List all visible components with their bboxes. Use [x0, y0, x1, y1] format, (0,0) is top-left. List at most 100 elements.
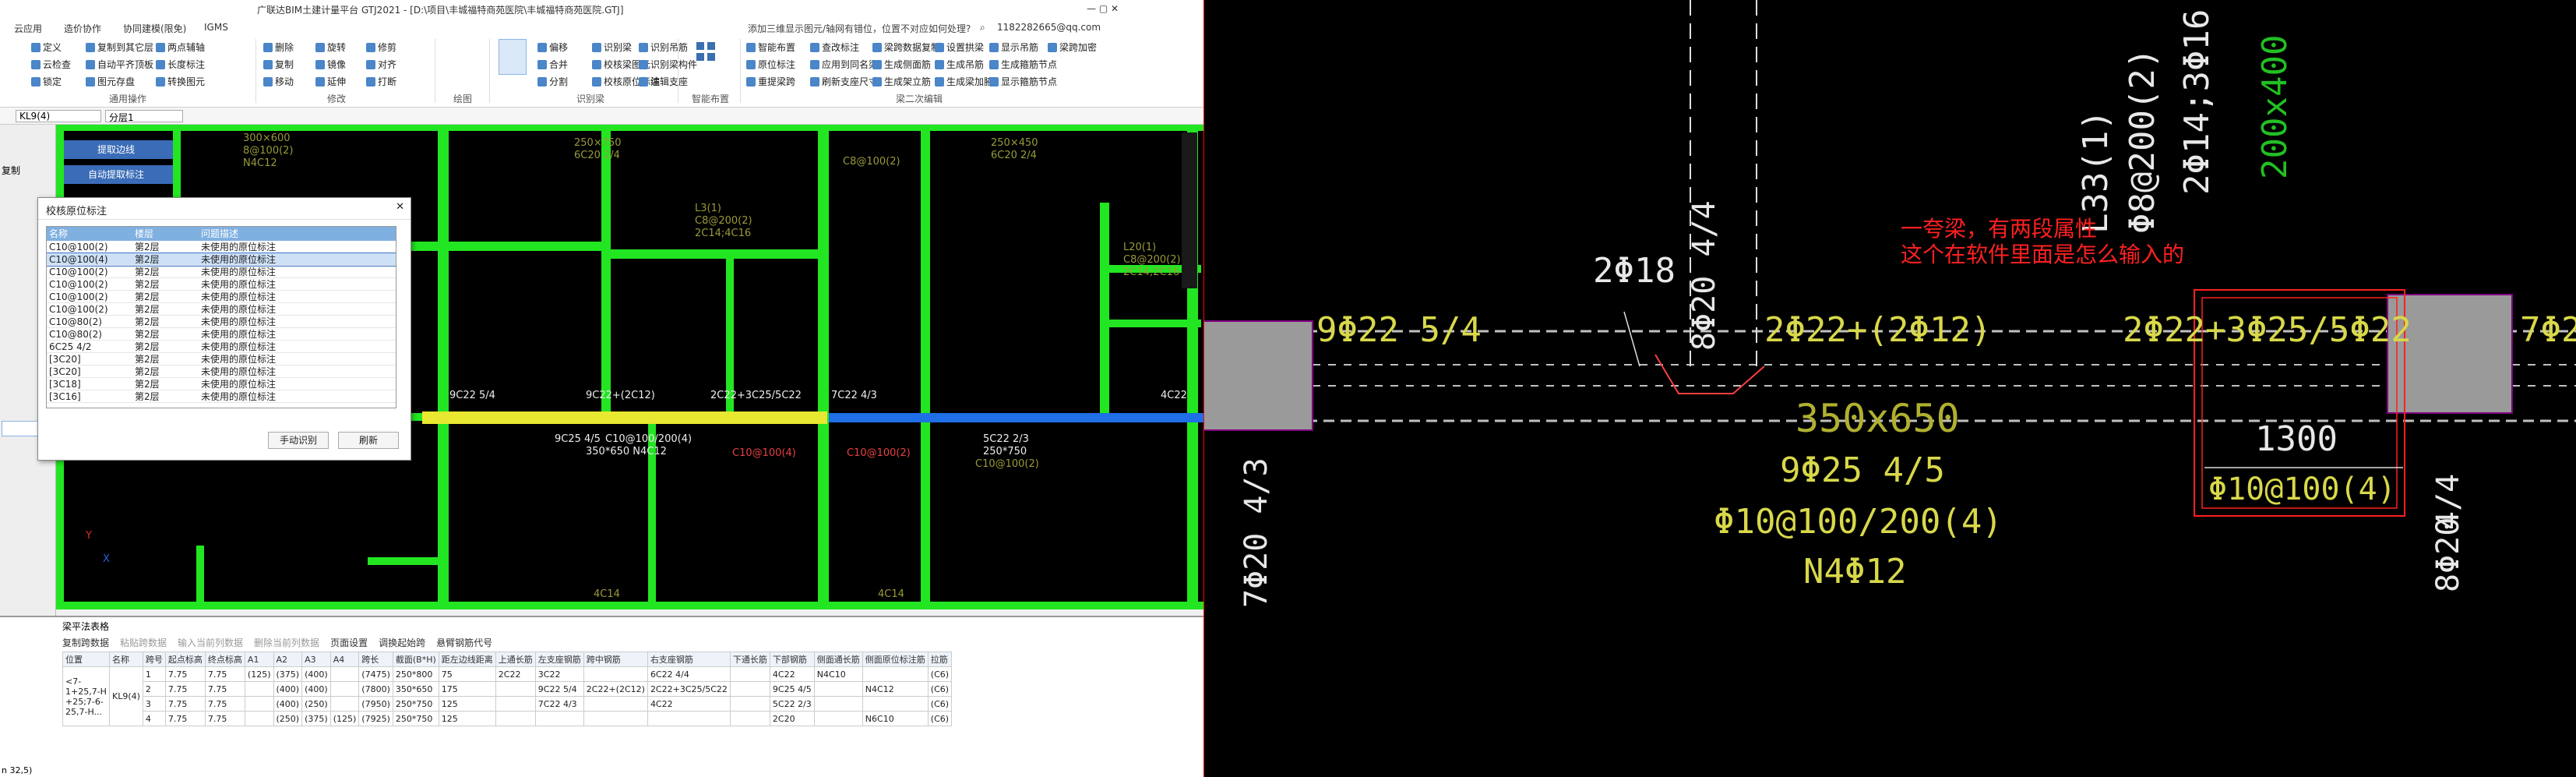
- table-cell[interactable]: (C6): [927, 696, 953, 712]
- extend-button[interactable]: 延伸: [315, 75, 346, 88]
- window-controls[interactable]: — ▢ ✕: [1087, 3, 1119, 14]
- sidebar-selected-row[interactable]: [2, 421, 39, 436]
- table-cell[interactable]: [813, 681, 863, 697]
- dialog-row[interactable]: C10@80(2) 第2层 未使用的原位标注: [47, 328, 396, 341]
- offset2-button[interactable]: 偏移: [537, 41, 568, 54]
- help-hint[interactable]: 添加三维显示图元/轴网有错位，位置不对应如何处理?: [748, 22, 971, 35]
- table-cell[interactable]: 125: [438, 711, 496, 726]
- beam-span-table[interactable]: 位置 名称 跨号 起点标高 终点标高 A1 A2 A3 A4 跨长 截面(B*H) 距左边线距离 上通长…: [62, 652, 953, 726]
- table-cell[interactable]: [862, 666, 929, 682]
- table-cell[interactable]: [583, 711, 648, 726]
- table-cell[interactable]: N4C10: [813, 666, 863, 682]
- table-cell[interactable]: [244, 711, 274, 726]
- table-cell[interactable]: 7.75: [164, 711, 206, 726]
- table-cell[interactable]: (C6): [927, 681, 953, 697]
- selected-beam-span-yellow[interactable]: [422, 411, 827, 424]
- table-cell[interactable]: (C6): [927, 711, 953, 726]
- table-cell[interactable]: 7.75: [204, 666, 245, 682]
- table-cell[interactable]: [729, 666, 770, 682]
- table-cell[interactable]: 3C22: [534, 666, 584, 682]
- elem-save-button[interactable]: 图元存盘: [86, 75, 135, 88]
- break-button[interactable]: 打断: [366, 75, 396, 88]
- define-button[interactable]: 定义: [31, 41, 62, 54]
- split-button[interactable]: 分割: [537, 75, 568, 88]
- table-cell[interactable]: 7.75: [164, 666, 206, 682]
- table-cell[interactable]: (7475): [358, 666, 393, 682]
- table-cell[interactable]: 7.75: [204, 696, 245, 712]
- table-cell[interactable]: 2C22: [495, 666, 536, 682]
- mirror-button[interactable]: 镜像: [315, 58, 346, 71]
- table-cell[interactable]: 2C22+3C25/5C22: [647, 681, 731, 697]
- dialog-row[interactable]: [3C20] 第2层 未使用的原位标注: [47, 353, 396, 366]
- table-cell[interactable]: [495, 681, 536, 697]
- dialog-row[interactable]: [3C20] 第2层 未使用的原位标注: [47, 366, 396, 378]
- table-row[interactable]: 3 7.75 7.75 (400) (250) (7950) 250*750 125 7C22 …: [63, 696, 953, 712]
- menu-item-collab[interactable]: 协同建模(限免): [123, 22, 186, 35]
- refresh-support-button[interactable]: 刷新支座尺寸: [810, 75, 878, 88]
- table-cell[interactable]: [244, 696, 274, 712]
- rotate-button[interactable]: 旋转: [315, 41, 346, 54]
- table-cell[interactable]: [329, 681, 360, 697]
- table-cell[interactable]: [495, 696, 536, 712]
- table-cell[interactable]: (7925): [358, 711, 393, 726]
- menu-item-cost[interactable]: 造价协作: [64, 22, 101, 35]
- table-cell[interactable]: [583, 666, 648, 682]
- smart-layout-button[interactable]: 智能布置: [746, 41, 795, 54]
- trim-button[interactable]: 修剪: [366, 41, 396, 54]
- table-cell[interactable]: (125): [244, 666, 274, 682]
- table-cell[interactable]: (400): [273, 696, 303, 712]
- beam-arrange-button[interactable]: 梁跨加密: [1048, 41, 1097, 54]
- cloud-check-button[interactable]: 云检查: [31, 58, 71, 71]
- table-cell[interactable]: (375): [273, 666, 303, 682]
- gen-frame-button[interactable]: 生成架立筋: [872, 75, 931, 88]
- table-row[interactable]: 2 7.75 7.75 (400) (400) (7800) 350*650 175 9C22 …: [63, 681, 953, 697]
- copy-layer-button[interactable]: 复制到其它层: [86, 41, 153, 54]
- span-copy-button[interactable]: 梁跨数据复制: [872, 41, 940, 54]
- set-arch-button[interactable]: 设置拱梁: [935, 41, 984, 54]
- account-label[interactable]: 1182282665@qq.com: [997, 22, 1101, 33]
- table-cell[interactable]: (400): [301, 681, 331, 697]
- dialog-row[interactable]: [3C18] 第2层 未使用的原位标注: [47, 378, 396, 390]
- refresh-button[interactable]: 刷新: [338, 432, 399, 449]
- table-cell[interactable]: 7.75: [164, 681, 206, 697]
- orig-mark-button[interactable]: 原位标注: [746, 58, 795, 71]
- recognize-beam-button[interactable]: [499, 39, 527, 75]
- table-cell[interactable]: (400): [273, 681, 303, 697]
- len-mark-button[interactable]: 长度标注: [156, 58, 205, 71]
- dialog-row[interactable]: C10@100(2) 第2层 未使用的原位标注: [47, 303, 396, 316]
- close-icon[interactable]: ✕: [396, 201, 404, 213]
- convert-button[interactable]: 转换图元: [156, 75, 205, 88]
- table-cell[interactable]: KL9(4): [109, 666, 143, 726]
- table-cell[interactable]: (375): [301, 711, 331, 726]
- offset-button[interactable]: 对齐: [366, 58, 396, 71]
- recognize-beam-button[interactable]: 识别梁: [592, 41, 632, 54]
- gen-beam-seat-button[interactable]: 生成梁加腋: [935, 75, 993, 88]
- view-tool-strip[interactable]: [1182, 132, 1197, 288]
- table-cell[interactable]: [813, 711, 863, 726]
- table-tool-button[interactable]: 粘贴跨数据: [120, 636, 167, 649]
- table-cell[interactable]: N6C10: [862, 711, 929, 726]
- redo-extract-button[interactable]: 重提梁跨: [746, 75, 795, 88]
- apply-same-button[interactable]: 应用到同名梁: [810, 58, 878, 71]
- dialog-row[interactable]: C10@80(2) 第2层 未使用的原位标注: [47, 316, 396, 328]
- table-row[interactable]: <7-1+25,7-H +25;7-6-25,7-H... KL9(4) 1 7.75…: [62, 666, 953, 726]
- twopt-button[interactable]: 两点辅轴: [156, 41, 205, 54]
- layer-combo[interactable]: 分层1: [105, 110, 183, 123]
- menu-item-cloud[interactable]: 云应用: [14, 22, 42, 35]
- table-cell[interactable]: [329, 696, 360, 712]
- table-cell[interactable]: N4C12: [862, 681, 929, 697]
- auto-extract-button[interactable]: 自动提取标注: [58, 165, 174, 184]
- recognize-hanger-button[interactable]: 识别吊筋: [639, 41, 688, 54]
- table-cell[interactable]: 6C22 4/4: [647, 666, 731, 682]
- table-cell[interactable]: [729, 681, 770, 697]
- table-cell[interactable]: [729, 696, 770, 712]
- move-button[interactable]: 移动: [263, 75, 294, 88]
- table-cell[interactable]: [862, 696, 929, 712]
- recognize-beam-comp-button[interactable]: 识别梁构件: [639, 58, 697, 71]
- table-cell[interactable]: 5C22 2/3: [769, 696, 815, 712]
- table-cell[interactable]: 350*650: [392, 681, 439, 697]
- table-cell[interactable]: 250*750: [392, 711, 439, 726]
- table-cell[interactable]: [813, 696, 863, 712]
- table-cell[interactable]: (400): [301, 666, 331, 682]
- table-cell[interactable]: (250): [301, 696, 331, 712]
